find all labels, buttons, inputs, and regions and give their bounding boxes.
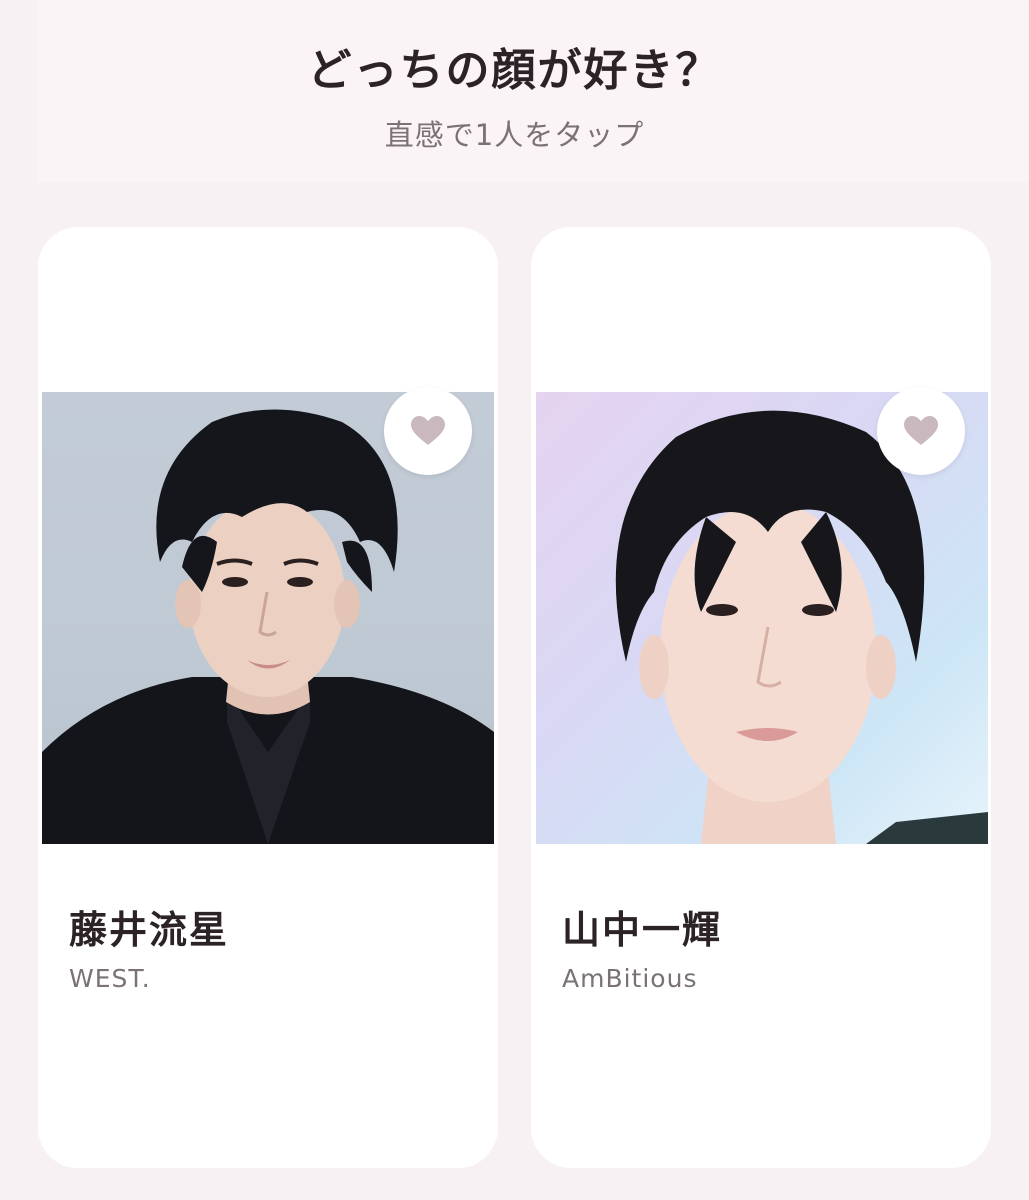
candidate-group-1: WEST. [69, 964, 151, 993]
heart-icon [411, 416, 445, 445]
favorite-button-2[interactable] [877, 387, 965, 475]
page-subtitle: 直感で1人をタップ [384, 118, 645, 152]
page-title: どっちの顔が好き？ [307, 45, 722, 96]
candidate-name-1: 藤井流星 [69, 908, 230, 952]
header: どっちの顔が好き？ 直感で1人をタップ [38, 0, 1029, 182]
favorite-button-1[interactable] [384, 387, 472, 475]
heart-icon [904, 416, 938, 445]
candidate-card-2[interactable]: 山中一輝 AmBitious [531, 227, 991, 1168]
candidate-group-2: AmBitious [562, 964, 698, 993]
candidate-card-1[interactable]: 藤井流星 WEST. [38, 227, 498, 1168]
candidate-name-2: 山中一輝 [562, 908, 723, 952]
